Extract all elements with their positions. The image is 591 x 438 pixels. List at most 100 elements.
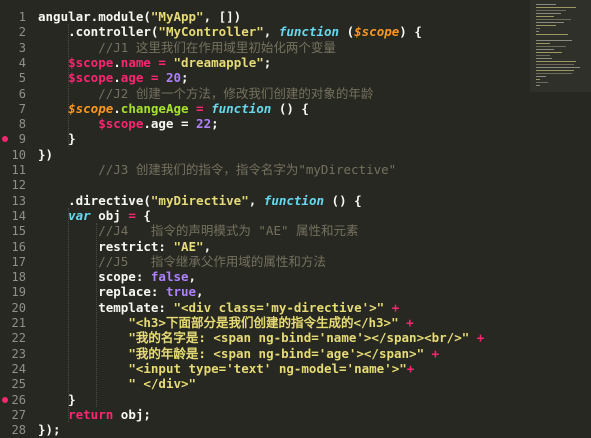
code-line[interactable]: 13 .directive("myDirective", function ()…: [0, 193, 591, 209]
breakpoint-marker-icon[interactable]: [2, 396, 8, 403]
code-token: return: [68, 406, 114, 422]
code-line[interactable]: 24 "<input type='text' ng-model='name'>"…: [0, 361, 591, 377]
line-number: 11: [11, 163, 26, 177]
code-token: "dreamapple": [173, 54, 264, 70]
minimap-line: [536, 85, 540, 86]
code-text: }): [38, 147, 53, 163]
code-line[interactable]: 25 " </div>": [0, 376, 591, 392]
line-number: 3: [18, 40, 26, 55]
minimap-line: [536, 7, 576, 8]
code-token: ;: [263, 54, 272, 70]
minimap-line: [536, 43, 550, 44]
minimap-line: [536, 46, 566, 47]
code-text: "<input type='text' ng-model='name'>"+: [38, 361, 414, 377]
code-token: .: [113, 100, 121, 116]
code-line[interactable]: 26 }: [0, 392, 591, 408]
code-token: {: [135, 207, 151, 223]
minimap-line: [536, 4, 556, 5]
code-line[interactable]: 9 }: [0, 131, 591, 147]
code-line[interactable]: 11 //J3 创建我们的指令，指令名字为"myDirective": [0, 162, 591, 178]
code-line[interactable]: 15 //J4 指令的声明模式为 "AE" 属性和元素: [0, 223, 591, 239]
code-line[interactable]: 19 replace: true,: [0, 284, 591, 300]
code-line[interactable]: 5 $scope.age = 20;: [0, 70, 591, 86]
code-line[interactable]: 2 .controller("MyController", function (…: [0, 24, 591, 40]
minimap-line: [536, 55, 550, 56]
code-text: "我的名字是: <span ng-bind='name'></span><br/…: [38, 330, 484, 346]
code-token: "MyApp": [150, 9, 204, 24]
code-line[interactable]: 23 "我的年龄是: <span ng-bind='age'></span>" …: [0, 346, 591, 362]
code-token: "我的年龄是: <span ng-bind='age'></span>": [128, 345, 425, 361]
code-token: ;: [181, 70, 189, 86]
code-line[interactable]: 14 var obj = {: [0, 208, 591, 224]
line-number: 5: [18, 71, 26, 86]
line-number: 17: [11, 254, 26, 269]
code-text: .controller("MyController", function ($s…: [38, 24, 422, 40]
code-token: "我的名字是: <span ng-bind='name'></span><br/…: [128, 330, 470, 346]
code-text: var obj = {: [38, 208, 151, 224]
code-token: =: [150, 54, 174, 70]
line-number: 7: [18, 101, 26, 116]
code-token: +: [406, 360, 415, 376]
code-token: .controller(: [38, 24, 159, 40]
code-line[interactable]: 16 restrict: "AE",: [0, 239, 591, 255]
minimap-line: [536, 19, 571, 20]
code-token: });: [38, 422, 61, 438]
code-token: +: [384, 299, 400, 315]
code-line[interactable]: 3 //J1 这里我们在作用域里初始化两个变量: [0, 40, 591, 56]
code-token: .: [113, 70, 121, 86]
code-text: $scope.name = "dreamapple";: [38, 55, 271, 71]
code-token: $scope: [38, 116, 144, 132]
line-number: 2: [18, 25, 26, 40]
code-token: }: [38, 131, 76, 147]
code-token: "MyController": [158, 24, 264, 40]
code-text: restrict: "AE",: [38, 239, 211, 255]
code-token: "<div class='my-directive'>": [173, 299, 385, 315]
code-text: //J3 创建我们的指令，指令名字为"myDirective": [38, 162, 396, 178]
code-line[interactable]: 10}): [0, 147, 591, 163]
line-number: 18: [11, 270, 26, 285]
code-line[interactable]: 28});: [0, 422, 591, 438]
code-line[interactable]: 22 "我的名字是: <span ng-bind='name'></span><…: [0, 330, 591, 346]
code-text: template: "<div class='my-directive'>" +: [38, 300, 399, 316]
code-token: ;: [211, 116, 219, 132]
code-line[interactable]: 17 //J5 指令继承父作用域的属性和方法: [0, 254, 591, 270]
minimap-line: [536, 34, 568, 35]
code-token: function: [278, 24, 340, 40]
code-line[interactable]: 7 $scope.changeAge = function () {: [0, 101, 591, 117]
line-number: 20: [11, 300, 26, 315]
code-line[interactable]: 1 angular.module("MyApp", []): [0, 9, 591, 25]
line-number: 24: [11, 361, 26, 376]
code-token: }: [38, 391, 76, 407]
code-token: function: [211, 100, 272, 116]
code-line[interactable]: 27 return obj;: [0, 407, 591, 423]
code-line[interactable]: 12: [0, 177, 591, 193]
line-number: 8: [18, 117, 26, 132]
code-text: //J1 这里我们在作用域里初始化两个变量: [38, 40, 336, 56]
code-line[interactable]: 21 "<h3>下面部分是我们创建的指令生成的</h3>" +: [0, 315, 591, 331]
line-number: 25: [11, 377, 26, 392]
code-token: name: [120, 54, 151, 70]
code-token: var: [68, 207, 91, 223]
code-line[interactable]: 18 scope: false,: [0, 269, 591, 285]
line-number: 21: [11, 316, 26, 330]
code-token: "myDirective": [150, 192, 249, 208]
code-line[interactable]: 6 //J2 创建一个方法，修改我们创建的对象的年龄: [0, 86, 591, 102]
code-text: " </div>": [38, 376, 196, 392]
code-editor[interactable]: 1 angular.module("MyApp", []) 2 .controlle…: [0, 0, 591, 437]
code-token: replace:: [38, 284, 166, 300]
minimap-line: [536, 22, 564, 23]
code-text: .directive("myDirective", function () {: [38, 193, 362, 209]
code-token: () {: [271, 100, 309, 116]
code-text: angular.module("MyApp", []): [38, 9, 241, 25]
code-token: $scope: [38, 100, 114, 116]
minimap[interactable]: [530, 0, 591, 92]
code-line[interactable]: 20 template: "<div class='my-directive'>…: [0, 300, 591, 316]
code-line[interactable]: 8 $scope.age = 22;: [0, 116, 591, 132]
code-token: 20: [165, 70, 182, 86]
code-text: replace: true,: [38, 284, 203, 300]
code-token: age: [120, 70, 144, 86]
code-line[interactable]: 4 $scope.name = "dreamapple";: [0, 55, 591, 71]
